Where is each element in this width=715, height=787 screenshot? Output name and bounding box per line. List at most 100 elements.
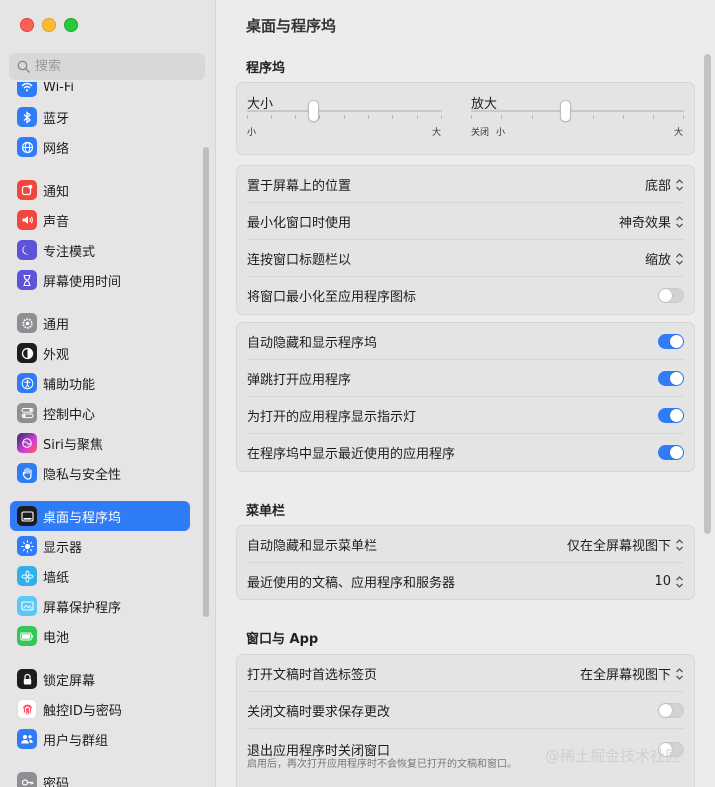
minimize-into-icon-toggle[interactable] — [658, 288, 684, 303]
chevron-updown-icon — [676, 215, 683, 228]
close-window-button[interactable] — [20, 18, 34, 32]
sidebar-item-users[interactable]: 用户与群组 — [10, 724, 190, 754]
ask-save-row: 关闭文稿时要求保存更改 — [237, 692, 694, 729]
popup-value: 神奇效果 — [618, 216, 671, 231]
bounce-toggle[interactable] — [658, 371, 684, 386]
gear-icon — [17, 313, 37, 333]
screensaver-icon — [17, 596, 37, 616]
sidebar-item-label: 触控ID与密码 — [43, 703, 122, 719]
sidebar-item-accessibility[interactable]: 辅助功能 — [10, 368, 190, 398]
sidebar-item-label: 辅助功能 — [43, 377, 96, 393]
sidebar-item-passwords[interactable]: 密码 — [10, 767, 190, 787]
menubar-card: 自动隐藏和显示菜单栏 仅在全屏幕视图下 最近使用的文稿、应用程序和服务器 10 — [236, 525, 695, 600]
dock-behavior-card: 自动隐藏和显示程序坞 弹跳打开应用程序 为打开的应用程序显示指示灯 在程序坞中显… — [236, 322, 695, 472]
recent-items-popup[interactable]: 10 — [654, 574, 684, 589]
sidebar-item-network[interactable]: 网络 — [10, 132, 190, 162]
sidebar-item-displays[interactable]: 显示器 — [10, 531, 190, 561]
wifi-icon — [17, 82, 37, 97]
menubar-autohide-popup[interactable]: 仅在全屏幕视图下 — [567, 535, 684, 554]
prefer-tabs-popup[interactable]: 在全屏幕视图下 — [580, 664, 684, 683]
row-label: 在程序坞中显示最近使用的应用程序 — [247, 447, 456, 462]
indicator-row: 为打开的应用程序显示指示灯 — [237, 397, 694, 434]
sidebar-item-label: 控制中心 — [43, 407, 96, 423]
section-title-menubar: 菜单栏 — [246, 504, 286, 519]
sidebar-item-control-center[interactable]: 控制中心 — [10, 398, 190, 428]
zoom-window-button[interactable] — [64, 18, 78, 32]
autohide-dock-toggle[interactable] — [658, 334, 684, 349]
sidebar-item-lock-screen[interactable]: 锁定屏幕 — [10, 664, 190, 694]
sidebar-item-screen-time[interactable]: 屏幕使用时间 — [10, 265, 190, 295]
sidebar: Wi-Fi 蓝牙 网络 通知 — [0, 0, 216, 787]
dock-icon — [17, 506, 37, 526]
sidebar-item-label: 专注模式 — [43, 244, 96, 260]
siri-icon — [17, 433, 37, 453]
main-scrollbar[interactable] — [704, 54, 711, 534]
sidebar-item-label: 声音 — [43, 214, 70, 230]
minimize-effect-row: 最小化窗口时使用 神奇效果 — [237, 203, 694, 240]
search-field[interactable] — [9, 53, 205, 80]
key-icon — [17, 772, 37, 787]
sidebar-item-sound[interactable]: 声音 — [10, 205, 190, 235]
sidebar-item-wifi[interactable]: Wi-Fi — [10, 82, 190, 102]
close-windows-note: 启用后，再次打开应用程序时不会恢复已打开的文稿和窗口。 — [247, 759, 517, 770]
chevron-updown-icon — [676, 575, 683, 588]
section-title-windows: 窗口与 App — [246, 632, 319, 647]
appearance-icon — [17, 343, 37, 363]
row-label: 关闭文稿时要求保存更改 — [247, 705, 391, 720]
sidebar-item-siri[interactable]: Siri与聚焦 — [10, 428, 190, 458]
search-input[interactable] — [35, 59, 185, 74]
sidebar-item-general[interactable]: 通用 — [10, 308, 190, 338]
row-label: 置于屏幕上的位置 — [247, 179, 352, 194]
minimize-into-icon-row: 将窗口最小化至应用程序图标 — [237, 277, 694, 314]
sidebar-item-appearance[interactable]: 外观 — [10, 338, 190, 368]
sidebar-item-label: 蓝牙 — [43, 111, 70, 127]
sidebar-item-label: 墙纸 — [43, 570, 70, 586]
sidebar-item-touch-id[interactable]: 触控ID与密码 — [10, 694, 190, 724]
magnify-slider-thumb[interactable] — [559, 100, 571, 122]
magnify-slider-max-label: 大 — [674, 128, 684, 138]
hand-icon — [17, 463, 37, 483]
autohide-dock-row: 自动隐藏和显示程序坞 — [237, 323, 694, 360]
page-title: 桌面与程序坞 — [246, 17, 337, 35]
sidebar-scrollbar[interactable] — [203, 147, 209, 617]
double-click-row: 连按窗口标题栏以 缩放 — [237, 240, 694, 277]
sidebar-item-screensaver[interactable]: 屏幕保护程序 — [10, 591, 190, 621]
fingerprint-icon — [17, 699, 37, 719]
size-slider-track[interactable] — [247, 110, 442, 112]
section-title-dock: 程序坞 — [246, 61, 286, 76]
sidebar-item-battery[interactable]: 电池 — [10, 621, 190, 651]
magnify-slider-track[interactable] — [471, 110, 684, 112]
popup-value: 10 — [654, 574, 671, 589]
recent-apps-toggle[interactable] — [658, 445, 684, 460]
sidebar-item-focus[interactable]: 专注模式 — [10, 235, 190, 265]
size-slider-min-label: 小 — [247, 128, 257, 138]
sidebar-item-bluetooth[interactable]: 蓝牙 — [10, 102, 190, 132]
minimize-effect-popup[interactable]: 神奇效果 — [619, 212, 684, 231]
popup-value: 在全屏幕视图下 — [579, 668, 671, 683]
sidebar-item-privacy[interactable]: 隐私与安全性 — [10, 458, 190, 488]
position-popup[interactable]: 底部 — [645, 175, 684, 194]
sidebar-item-notifications[interactable]: 通知 — [10, 175, 190, 205]
minimize-window-button[interactable] — [42, 18, 56, 32]
sidebar-item-label: 通用 — [43, 317, 70, 333]
recent-apps-row: 在程序坞中显示最近使用的应用程序 — [237, 434, 694, 471]
accessibility-icon — [17, 373, 37, 393]
sidebar-item-label: 通知 — [43, 184, 70, 200]
moon-icon — [17, 240, 37, 260]
sidebar-item-label: 网络 — [43, 141, 70, 157]
sidebar-item-label: Siri与聚焦 — [43, 437, 103, 453]
sidebar-item-desktop-dock[interactable]: 桌面与程序坞 — [10, 501, 190, 531]
magnify-slider-ticks — [471, 115, 684, 119]
ask-save-toggle[interactable] — [658, 703, 684, 718]
row-label: 打开文稿时首选标签页 — [247, 668, 378, 683]
dock-size-card: 大小 小 大 放大 关闭 小 大 — [236, 82, 695, 155]
sun-icon — [17, 536, 37, 556]
sidebar-item-label: 电池 — [43, 630, 70, 646]
size-slider-ticks — [247, 115, 442, 119]
search-icon — [17, 60, 30, 73]
indicator-toggle[interactable] — [658, 408, 684, 423]
sidebar-item-wallpaper[interactable]: 墙纸 — [10, 561, 190, 591]
size-slider-thumb[interactable] — [308, 100, 320, 122]
double-click-popup[interactable]: 缩放 — [645, 249, 684, 268]
window-controls — [20, 18, 78, 32]
